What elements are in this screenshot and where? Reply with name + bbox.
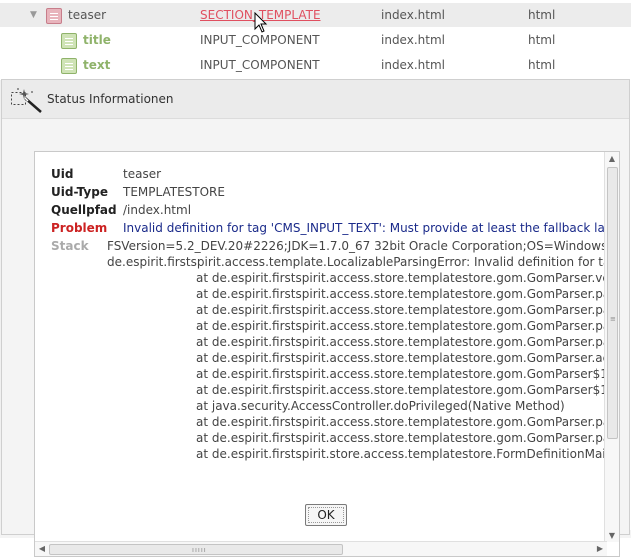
ok-button[interactable]: OK: [305, 504, 347, 526]
uid-type-label: Uid-Type: [51, 185, 108, 199]
tree-row-text[interactable]: text INPUT_COMPONENT index.html html: [0, 53, 631, 77]
stack-trace-line: at de.espirit.firstspirit.access.store.t…: [196, 319, 620, 333]
tree-row-file: index.html: [381, 33, 445, 47]
problem-label: Problem: [51, 221, 108, 235]
mouse-cursor-icon: [254, 12, 268, 33]
section-template-icon: [46, 8, 62, 24]
dialog-title-bar[interactable]: Status Informationen: [2, 80, 629, 119]
stack-trace-line: at de.espirit.firstspirit.access.store.t…: [196, 383, 620, 397]
problem-value: Invalid definition for tag 'CMS_INPUT_TE…: [123, 221, 619, 235]
stack-label: Stack: [51, 239, 89, 253]
tree-row-title[interactable]: title INPUT_COMPONENT index.html html: [0, 28, 631, 52]
stack-trace-line: FSVersion=5.2_DEV.20#2226;JDK=1.7.0_67 3…: [107, 239, 620, 253]
uid-value: teaser: [123, 167, 162, 181]
stack-trace-line: at de.espirit.firstspirit.access.store.t…: [196, 271, 620, 285]
tree-row-teaser[interactable]: ▼ teaser SECTION_TEMPLATE index.html htm…: [0, 3, 631, 27]
path-value: /index.html: [123, 203, 192, 217]
tree-row-name: title: [83, 33, 111, 47]
uid-label: Uid: [51, 167, 74, 181]
stack-trace-line: at de.espirit.firstspirit.access.store.t…: [196, 303, 620, 317]
tree-row-file: index.html: [381, 8, 445, 22]
path-label: Quellpfad: [51, 203, 117, 217]
expand-triangle-icon[interactable]: ▼: [30, 10, 37, 20]
tree-row-type: INPUT_COMPONENT: [200, 58, 320, 72]
tree-row-name: text: [83, 58, 111, 72]
input-component-icon: [61, 33, 77, 49]
horizontal-scrollbar[interactable]: ◀ ııııı ▶: [35, 541, 607, 556]
horizontal-scroll-thumb[interactable]: ııııı: [49, 544, 343, 555]
scroll-left-arrow-icon[interactable]: ◀: [35, 544, 49, 553]
tree-row-type: INPUT_COMPONENT: [200, 33, 320, 47]
grip-icon: ≡: [610, 315, 616, 323]
template-tree: ▼ teaser SECTION_TEMPLATE index.html htm…: [0, 0, 631, 80]
stack-trace-line: at java.security.AccessController.doPriv…: [196, 399, 565, 413]
status-dialog: Status Informationen Uid teaser Uid-Type…: [1, 79, 630, 557]
stack-trace-line: at de.espirit.firstspirit.access.store.t…: [196, 367, 620, 381]
vertical-scrollbar[interactable]: ▲ ≡ ▼: [604, 152, 619, 542]
scroll-up-arrow-icon[interactable]: ▲: [605, 154, 619, 163]
magic-wand-icon: [11, 88, 42, 113]
status-details-panel[interactable]: Uid teaser Uid-Type TEMPLATESTORE Quellp…: [34, 151, 620, 557]
vertical-scroll-thumb[interactable]: ≡: [607, 167, 618, 439]
stack-trace-line: at de.espirit.firstspirit.access.store.t…: [196, 287, 620, 301]
stack-trace-line: at de.espirit.firstspirit.store.access.t…: [196, 447, 620, 461]
input-component-icon: [61, 58, 77, 74]
dialog-title: Status Informationen: [47, 92, 174, 106]
tree-row-name: teaser: [68, 8, 107, 22]
stack-trace-line: de.espirit.firstspirit.access.template.L…: [107, 255, 620, 269]
uid-type-value: TEMPLATESTORE: [123, 185, 225, 199]
scroll-down-arrow-icon[interactable]: ▼: [605, 531, 619, 540]
tree-row-ext: html: [528, 58, 556, 72]
grip-icon: ııııı: [192, 546, 207, 554]
stack-trace-line: at de.espirit.firstspirit.access.store.t…: [196, 415, 620, 429]
stack-trace-line: at de.espirit.firstspirit.access.store.t…: [196, 335, 620, 349]
stack-trace-line: at de.espirit.firstspirit.access.store.t…: [196, 351, 620, 365]
tree-row-file: index.html: [381, 58, 445, 72]
tree-row-ext: html: [528, 33, 556, 47]
stack-trace-line: at de.espirit.firstspirit.access.store.t…: [196, 431, 620, 445]
tree-row-ext: html: [528, 8, 556, 22]
scroll-right-arrow-icon[interactable]: ▶: [593, 544, 607, 553]
